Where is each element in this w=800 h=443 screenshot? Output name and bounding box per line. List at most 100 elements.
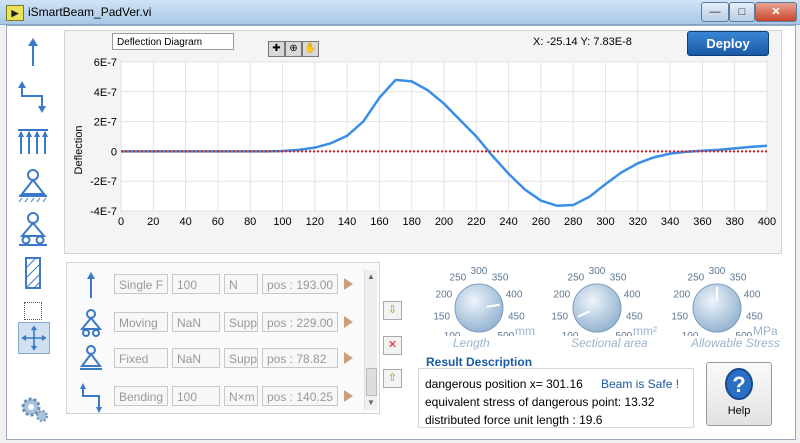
y-tick-label: 6E-7 xyxy=(94,57,117,69)
maximize-button[interactable]: □ xyxy=(729,2,755,22)
knob-scale-label: 150 xyxy=(433,311,450,322)
load-position[interactable]: pos : 140.25 xyxy=(262,386,338,406)
knob-unit: MPa xyxy=(753,324,778,338)
settings-button[interactable] xyxy=(18,392,50,424)
moving-support-icon xyxy=(19,212,47,246)
x-tick-label: 340 xyxy=(661,216,679,228)
help-label: Help xyxy=(727,405,751,417)
load-position[interactable]: pos : 229.00 xyxy=(262,312,338,332)
gear-icon xyxy=(21,397,48,422)
expand-arrow-icon[interactable] xyxy=(344,316,353,328)
load-value[interactable]: NaN xyxy=(172,348,220,368)
cursor-readout: X: -25.14 Y: 7.83E-8 xyxy=(533,36,632,48)
expand-arrow-icon[interactable] xyxy=(344,352,353,364)
select-tool[interactable] xyxy=(24,302,42,320)
distributed-force-tool[interactable] xyxy=(14,122,52,160)
knob-allowable-stress[interactable]: 100150200250300350400450500Allowable Str… xyxy=(655,258,780,353)
knob-scale-label: 150 xyxy=(671,311,688,322)
deflection-chart[interactable]: Deflection 0 20 40 60 80 100 120 140 160 180 200 22… xyxy=(64,52,778,237)
expand-arrow-icon[interactable] xyxy=(344,390,353,402)
x-tick-label: 400 xyxy=(758,216,776,228)
chart-label: Deflection Diagram xyxy=(112,33,234,50)
force-arrow-tool[interactable] xyxy=(14,34,52,72)
hatched-beam-tool[interactable] xyxy=(14,254,52,292)
fixed-support-icon xyxy=(18,169,47,203)
x-tick-label: 60 xyxy=(212,216,224,228)
minimize-button[interactable]: — xyxy=(701,2,729,22)
fixed-support-tool[interactable] xyxy=(14,166,52,204)
beam-status: Beam is Safe ! xyxy=(601,377,680,391)
bending-moment-tool[interactable] xyxy=(14,78,52,116)
y-tick-label: -2E-7 xyxy=(90,176,117,188)
x-tick-label: 200 xyxy=(435,216,453,228)
load-unit[interactable]: Supp xyxy=(224,348,258,368)
load-type[interactable]: Single F xyxy=(114,274,168,294)
x-tick-label: 0 xyxy=(118,216,124,228)
load-row[interactable]: Moving NaN Supp pos : 229.00 xyxy=(74,308,364,342)
load-unit[interactable]: N xyxy=(224,274,258,294)
close-button[interactable]: ✕ xyxy=(755,2,797,22)
x-tick-label: 120 xyxy=(306,216,324,228)
knob-scale-label: 250 xyxy=(688,272,705,283)
knob-scale-label: 200 xyxy=(674,290,691,301)
load-value[interactable]: NaN xyxy=(172,312,220,332)
bending-moment-icon xyxy=(80,383,102,413)
moving-support-icon xyxy=(79,309,103,337)
load-position[interactable]: pos : 78.82 xyxy=(262,348,338,368)
load-row[interactable]: Fixed NaN Supp pos : 78.82 xyxy=(74,344,364,378)
knob-scale-label: 450 xyxy=(508,311,525,322)
loads-scrollbar[interactable]: ▲ ▼ xyxy=(364,270,377,410)
x-tick-label: 260 xyxy=(532,216,550,228)
knob-scale-label: 350 xyxy=(492,272,509,283)
knob-scale-label: 150 xyxy=(551,311,568,322)
expand-arrow-icon[interactable] xyxy=(344,278,353,290)
move-up-button[interactable]: ⇧ xyxy=(383,369,402,388)
fixed-support-icon xyxy=(80,345,102,370)
knob-scale-label: 500 xyxy=(498,331,515,336)
dangerous-position: dangerous position x= 301.16 xyxy=(425,377,583,391)
load-row[interactable]: Bending 100 N×m pos : 140.25 xyxy=(74,382,364,416)
load-unit[interactable]: Supp xyxy=(224,312,258,332)
x-tick-label: 380 xyxy=(726,216,744,228)
x-tick-label: 220 xyxy=(467,216,485,228)
knob-scale-label: 450 xyxy=(626,311,643,322)
knob-scale-label: 200 xyxy=(554,290,571,301)
load-value[interactable]: 100 xyxy=(172,274,220,294)
knob-dial[interactable] xyxy=(572,283,622,333)
moving-support-tool[interactable] xyxy=(14,210,52,248)
y-tick-label: 0 xyxy=(111,146,117,158)
x-tick-label: 140 xyxy=(338,216,356,228)
move-tool[interactable] xyxy=(18,322,50,354)
load-type[interactable]: Bending xyxy=(114,386,168,406)
knob-name: Sectional area xyxy=(571,336,648,350)
delete-load-button[interactable]: ✕ xyxy=(383,336,402,355)
move-down-button[interactable]: ⇩ xyxy=(383,301,402,320)
load-type[interactable]: Fixed xyxy=(114,348,168,368)
x-tick-label: 360 xyxy=(693,216,711,228)
load-row[interactable]: Single F 100 Npos : 193.00 xyxy=(74,270,364,304)
knob-scale-label: 200 xyxy=(436,290,453,301)
help-question-icon: ? xyxy=(725,368,753,400)
load-unit[interactable]: N×m xyxy=(224,386,258,406)
x-tick-label: 240 xyxy=(499,216,517,228)
knob-scale-label: 250 xyxy=(450,272,467,283)
distributed-force-icon xyxy=(18,129,48,154)
hatched-beam-icon xyxy=(25,257,41,289)
equivalent-stress: equivalent stress of dangerous point: 13… xyxy=(425,395,655,409)
x-tick-label: 280 xyxy=(564,216,582,228)
y-tick-label: 4E-7 xyxy=(94,87,117,99)
y-tick-label: 2E-7 xyxy=(94,117,117,129)
result-title: Result Description xyxy=(426,355,533,369)
knob-scale-label: 400 xyxy=(744,290,761,301)
knob-scale-label: 300 xyxy=(589,266,606,277)
x-tick-label: 320 xyxy=(629,216,647,228)
load-position[interactable]: pos : 193.00 xyxy=(262,274,338,294)
knob-scale-label: 350 xyxy=(730,272,747,283)
knob-length[interactable]: 100150200250300350400450500Lengthmm xyxy=(417,258,542,353)
knob-dial[interactable] xyxy=(454,283,504,333)
load-value[interactable]: 100 xyxy=(172,386,220,406)
help-button[interactable]: ? Help xyxy=(706,362,772,426)
knob-sectional-area[interactable]: 100150200250300350400450500Sectional are… xyxy=(535,258,660,353)
load-type[interactable]: Moving xyxy=(114,312,168,332)
x-tick-label: 80 xyxy=(244,216,256,228)
